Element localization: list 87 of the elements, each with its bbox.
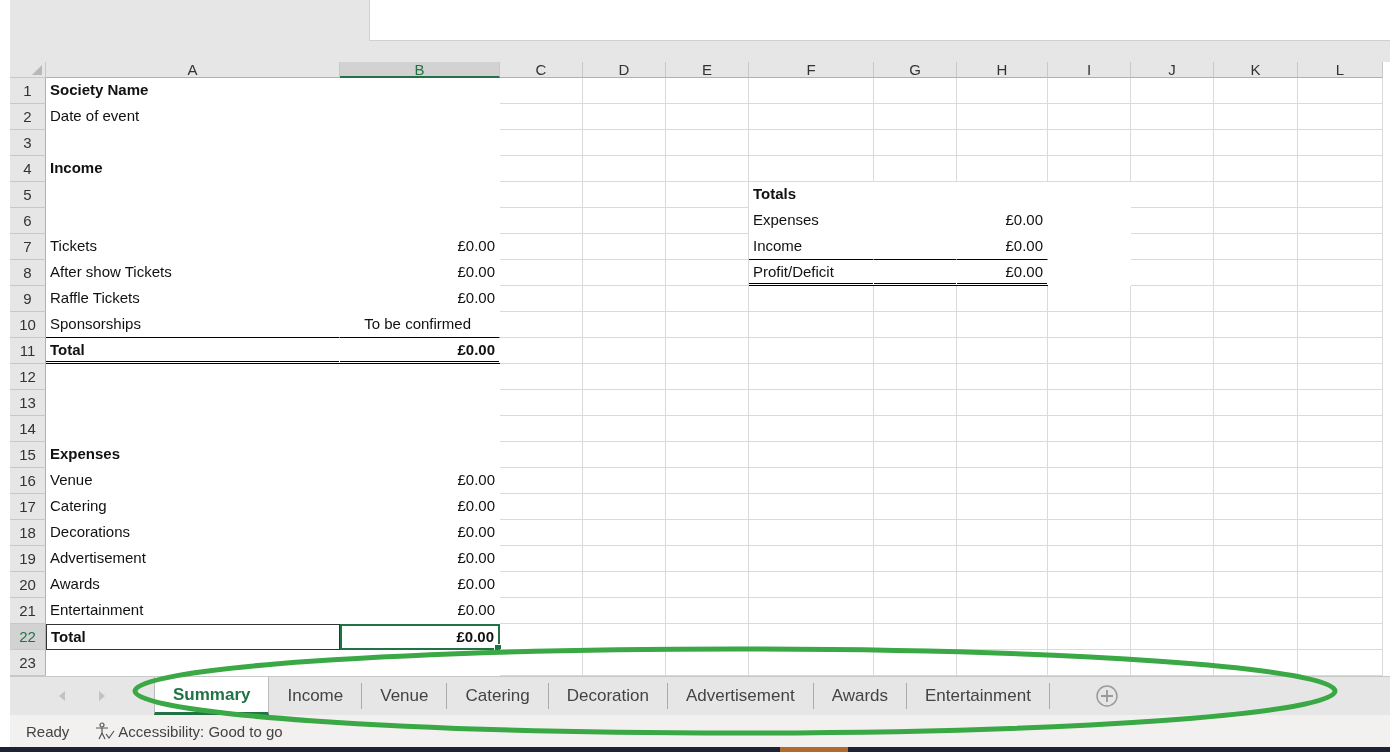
scroll-left-icon[interactable] <box>59 691 65 701</box>
table-cell-text: After show Tickets <box>49 262 173 282</box>
column-header[interactable]: H <box>957 62 1048 78</box>
table-cell-text: £0.00 <box>456 236 496 256</box>
row-header[interactable]: 12 <box>10 364 46 390</box>
table-cell: Sponsorships <box>46 312 340 338</box>
sheet-tab[interactable]: Decoration <box>548 683 668 709</box>
sheet-tab[interactable]: Catering <box>447 683 549 709</box>
row-header[interactable]: 3 <box>10 130 46 156</box>
column-header[interactable]: D <box>583 62 666 78</box>
column-header[interactable]: I <box>1048 62 1131 78</box>
table-cell-text: Tickets <box>49 236 98 256</box>
table-cell-text: Advertisement <box>49 548 147 568</box>
table-cell-text: £0.00 <box>456 574 496 594</box>
table-cell: £0.00 <box>957 234 1048 260</box>
sheet-tab[interactable]: Advertisement <box>667 683 814 709</box>
column-header[interactable]: L <box>1298 62 1383 78</box>
status-text: Ready <box>26 722 70 740</box>
row-header[interactable]: 14 <box>10 416 46 442</box>
table-cell-text: £0.00 <box>456 548 496 568</box>
row-header[interactable]: 9 <box>10 286 46 312</box>
row-header[interactable]: 21 <box>10 598 46 624</box>
sheet-tab[interactable]: Entertainment <box>907 683 1050 709</box>
table-cell-text: Expenses <box>752 210 820 230</box>
table-cell-text: Date of event <box>49 106 141 126</box>
table-cell-text: Income <box>49 158 104 178</box>
accessibility-icon[interactable] <box>95 722 116 740</box>
table-cell: To be confirmed <box>340 312 500 338</box>
table-cell: Profit/Deficit <box>749 260 874 286</box>
table-cell-text: £0.00 <box>456 262 496 282</box>
row-header[interactable]: 10 <box>10 312 46 338</box>
row-header[interactable]: 16 <box>10 468 46 494</box>
row-header[interactable]: 11 <box>10 338 46 364</box>
column-header[interactable]: A <box>46 62 340 78</box>
row-header[interactable]: 1 <box>10 78 46 104</box>
table-cell-text: Entertainment <box>49 600 145 620</box>
table-cell-text: £0.00 <box>456 522 496 542</box>
row-header[interactable]: 18 <box>10 520 46 546</box>
table-cell-text: £0.00 <box>456 600 496 620</box>
table-cell-text: £0.00 <box>456 288 496 308</box>
column-header[interactable]: C <box>500 62 583 78</box>
table-cell: £0.00 <box>957 260 1048 286</box>
sheet-tab[interactable]: Venue <box>362 683 448 709</box>
table-cell-text: £0.00 <box>1004 210 1044 230</box>
add-sheet-icon[interactable] <box>1095 685 1118 707</box>
table-cell: £0.00 <box>340 338 500 364</box>
row-header[interactable]: 19 <box>10 546 46 572</box>
row-header[interactable]: 23 <box>10 650 46 676</box>
accessibility-status[interactable]: Accessibility: Good to go <box>118 722 283 740</box>
table-cell-text: Expenses <box>49 444 122 464</box>
row-header[interactable]: 13 <box>10 390 46 416</box>
sheet-tab[interactable]: Awards <box>813 683 907 709</box>
sheet-tab[interactable]: Income <box>269 683 363 709</box>
formula-bar[interactable] <box>369 0 1390 41</box>
row-header[interactable]: 7 <box>10 234 46 260</box>
row-header[interactable]: 22 <box>10 624 46 650</box>
table-cell-text: Awards <box>49 574 101 594</box>
table-cell-text: £0.00 <box>456 470 496 490</box>
row-header[interactable]: 2 <box>10 104 46 130</box>
table-cell: Income <box>749 234 874 260</box>
row-header[interactable]: 8 <box>10 260 46 286</box>
table-cell-text: Totals <box>752 184 798 204</box>
column-header[interactable]: F <box>749 62 874 78</box>
table-cell-text: Raffle Tickets <box>49 288 141 308</box>
table-cell-text: Society Name <box>49 80 150 100</box>
table-cell: Total <box>46 338 340 364</box>
column-header[interactable]: K <box>1214 62 1298 78</box>
corner-triangle-icon <box>32 65 42 75</box>
table-cell-text: Decorations <box>49 522 132 542</box>
column-header[interactable]: J <box>1131 62 1214 78</box>
table-cell: £0.00 <box>340 624 500 650</box>
table-cell-text: Catering <box>49 496 108 516</box>
select-all-corner[interactable] <box>10 62 46 78</box>
table-cell-text: Venue <box>49 470 94 490</box>
table-cell-text: £0.00 <box>456 496 496 516</box>
scroll-right-icon[interactable] <box>99 691 105 701</box>
fill-handle[interactable] <box>494 644 502 652</box>
row-header[interactable]: 20 <box>10 572 46 598</box>
row-header[interactable]: 6 <box>10 208 46 234</box>
column-header[interactable]: B <box>340 62 500 78</box>
column-header[interactable]: E <box>666 62 749 78</box>
row-header[interactable]: 4 <box>10 156 46 182</box>
table-cell: Total <box>46 624 340 650</box>
column-header[interactable]: G <box>874 62 957 78</box>
row-header[interactable]: 17 <box>10 494 46 520</box>
row-header[interactable]: 5 <box>10 182 46 208</box>
row-header[interactable]: 15 <box>10 442 46 468</box>
